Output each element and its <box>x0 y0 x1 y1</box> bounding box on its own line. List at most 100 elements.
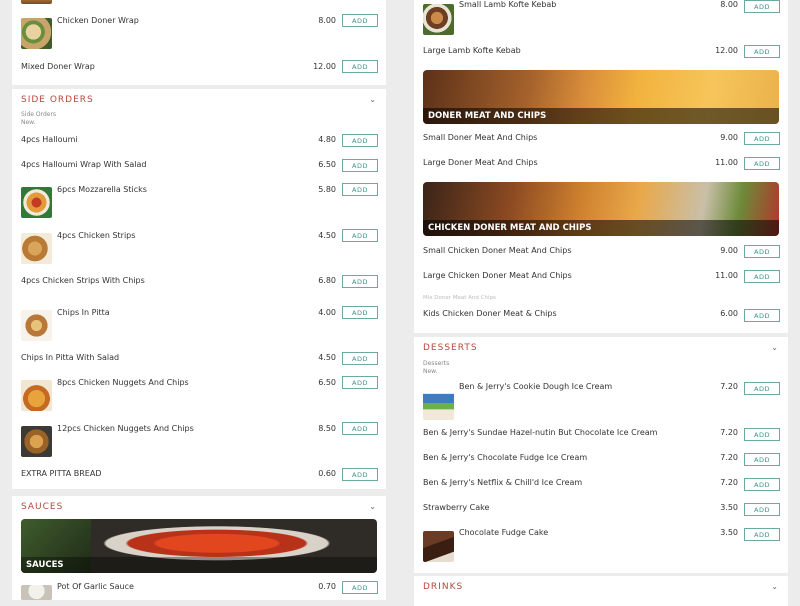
food-image <box>423 389 454 420</box>
sauces-section: SAUCES ⌄ SAUCES Pot Of Garlic Sauce 0.70… <box>12 496 386 600</box>
add-button[interactable]: ADD <box>744 245 780 258</box>
add-button[interactable]: ADD <box>342 468 378 481</box>
menu-item[interactable]: 8pcs Chicken Nuggets And Chips 6.50 ADD <box>12 376 386 411</box>
food-image <box>423 4 454 35</box>
add-button[interactable]: ADD <box>342 581 378 594</box>
menu-item[interactable]: Pot Of Garlic Sauce 0.70 ADD <box>12 581 386 605</box>
banner-label: CHICKEN DONER MEAT AND CHIPS <box>423 220 779 236</box>
menu-item[interactable]: 4pcs Halloumi Wrap With Salad 6.50 ADD <box>12 158 386 182</box>
menu-item[interactable]: Chocolate Fudge Cake 3.50 ADD <box>414 528 788 562</box>
faded-item-label: Mix Doner Meat And Chips <box>423 295 496 301</box>
menu-item[interactable]: Mixed Doner Wrap 12.00 ADD <box>12 60 386 84</box>
menu-item[interactable]: EXTRA PITTA BREAD 0.60 ADD <box>12 467 386 491</box>
side-orders-section: SIDE ORDERS ⌄ Side Orders New. 4pcs Hall… <box>12 89 386 489</box>
menu-item[interactable]: 4pcs Chicken Strips 4.50 ADD <box>12 229 386 264</box>
add-button[interactable]: ADD <box>342 14 378 27</box>
item-price: 12.00 <box>715 46 738 55</box>
item-name: 12pcs Chicken Nuggets And Chips <box>57 424 194 433</box>
banner-label: DONER MEAT AND CHIPS <box>423 108 779 124</box>
section-subtitle: Side Orders <box>21 111 57 118</box>
add-button[interactable]: ADD <box>342 352 378 365</box>
item-name: 6pcs Mozzarella Sticks <box>57 185 147 194</box>
menu-item[interactable]: Chicken Doner Wrap 8.00 ADD <box>12 14 386 49</box>
add-button[interactable]: ADD <box>342 134 378 147</box>
food-image <box>21 0 52 4</box>
menu-item[interactable]: 4pcs Halloumi 4.80 ADD <box>12 133 386 157</box>
drinks-section: DRINKS ⌄ <box>414 576 788 606</box>
add-button[interactable]: ADD <box>342 376 378 389</box>
chevron-down-icon[interactable]: ⌄ <box>369 95 376 104</box>
food-image <box>21 310 52 341</box>
menu-item[interactable]: 6pcs Mozzarella Sticks 5.80 ADD <box>12 183 386 218</box>
chevron-down-icon[interactable]: ⌄ <box>771 343 778 352</box>
add-button[interactable]: ADD <box>744 453 780 466</box>
desserts-section: DESSERTS ⌄ Desserts New. Ben & Jerry's C… <box>414 337 788 573</box>
add-button[interactable]: ADD <box>342 422 378 435</box>
menu-item[interactable]: Large Chicken Doner Meat And Chips 11.00… <box>414 270 788 294</box>
add-button[interactable]: ADD <box>744 478 780 491</box>
menu-item[interactable]: 4pcs Chicken Strips With Chips 6.80 ADD <box>12 274 386 298</box>
item-price: 6.00 <box>720 309 738 318</box>
add-button[interactable]: ADD <box>744 157 780 170</box>
category-banner: SAUCES <box>21 519 377 573</box>
item-name: 4pcs Chicken Strips With Chips <box>21 276 145 285</box>
chevron-down-icon[interactable]: ⌄ <box>369 502 376 511</box>
item-price: 11.00 <box>715 158 738 167</box>
item-name: Strawberry Cake <box>423 503 490 512</box>
menu-item[interactable]: Large Doner Meat And Chips 11.00 ADD <box>414 157 788 181</box>
item-name: Ben & Jerry's Sundae Hazel-nutin But Cho… <box>423 428 658 437</box>
section-title: SIDE ORDERS <box>21 95 94 105</box>
add-button[interactable]: ADD <box>744 270 780 283</box>
item-name: Chocolate Fudge Cake <box>459 528 549 537</box>
add-button[interactable]: ADD <box>342 306 378 319</box>
item-name: Large Chicken Doner Meat And Chips <box>423 271 572 280</box>
add-button[interactable]: ADD <box>744 528 780 541</box>
add-button[interactable]: ADD <box>744 132 780 145</box>
menu-item[interactable]: Ben & Jerry's Sundae Hazel-nutin But Cho… <box>414 428 788 452</box>
item-name: Small Chicken Doner Meat And Chips <box>423 246 572 255</box>
menu-item[interactable]: Small Lamb Kofte Kebab 8.00 ADD <box>414 0 788 35</box>
item-name: 4pcs Halloumi Wrap With Salad <box>21 160 147 169</box>
item-name: EXTRA PITTA BREAD <box>21 469 102 478</box>
item-price: 8.00 <box>318 16 336 25</box>
add-button[interactable]: ADD <box>744 503 780 516</box>
menu-item[interactable]: Small Doner Meat And Chips 9.00 ADD <box>414 132 788 156</box>
add-button[interactable]: ADD <box>342 159 378 172</box>
menu-item[interactable]: 12pcs Chicken Nuggets And Chips 8.50 ADD <box>12 422 386 457</box>
add-button[interactable]: ADD <box>342 275 378 288</box>
item-price: 6.50 <box>318 160 336 169</box>
menu-item[interactable]: Kids Chicken Doner Meat & Chips 6.00 ADD <box>414 308 788 332</box>
left-menu-column: Chicken Doner Wrap 8.00 ADD Mixed Doner … <box>12 0 386 600</box>
food-image <box>21 18 52 49</box>
item-price: 5.80 <box>318 185 336 194</box>
section-subtitle: New. <box>21 119 36 126</box>
menu-item[interactable]: Strawberry Cake 3.50 ADD <box>414 503 788 527</box>
item-price: 0.70 <box>318 582 336 591</box>
add-button[interactable]: ADD <box>744 309 780 322</box>
section-title: SAUCES <box>21 502 64 512</box>
menu-item[interactable]: Ben & Jerry's Cookie Dough Ice Cream 7.2… <box>414 382 788 420</box>
kebab-card: Small Lamb Kofte Kebab 8.00 ADD Large La… <box>414 0 788 333</box>
chevron-down-icon[interactable]: ⌄ <box>771 582 778 591</box>
menu-item[interactable]: Chips In Pitta 4.00 ADD <box>12 306 386 341</box>
add-button[interactable]: ADD <box>744 0 780 13</box>
add-button[interactable]: ADD <box>342 183 378 196</box>
item-name: Chips In Pitta <box>57 308 110 317</box>
menu-item[interactable]: Ben & Jerry's Netflix & Chill'd Ice Crea… <box>414 478 788 502</box>
menu-item[interactable]: Small Chicken Doner Meat And Chips 9.00 … <box>414 245 788 269</box>
food-image <box>423 531 454 562</box>
menu-item[interactable]: Ben & Jerry's Chocolate Fudge Ice Cream … <box>414 453 788 477</box>
item-price: 6.80 <box>318 276 336 285</box>
add-button[interactable]: ADD <box>744 428 780 441</box>
add-button[interactable]: ADD <box>342 60 378 73</box>
menu-item[interactable]: Chips In Pitta With Salad 4.50 ADD <box>12 351 386 375</box>
item-price: 4.80 <box>318 135 336 144</box>
add-button[interactable]: ADD <box>744 45 780 58</box>
menu-item[interactable]: Large Lamb Kofte Kebab 12.00 ADD <box>414 45 788 69</box>
item-price: 11.00 <box>715 271 738 280</box>
add-button[interactable]: ADD <box>744 382 780 395</box>
food-image <box>21 380 52 411</box>
item-name: Large Lamb Kofte Kebab <box>423 46 521 55</box>
add-button[interactable]: ADD <box>342 229 378 242</box>
item-price: 6.50 <box>318 378 336 387</box>
